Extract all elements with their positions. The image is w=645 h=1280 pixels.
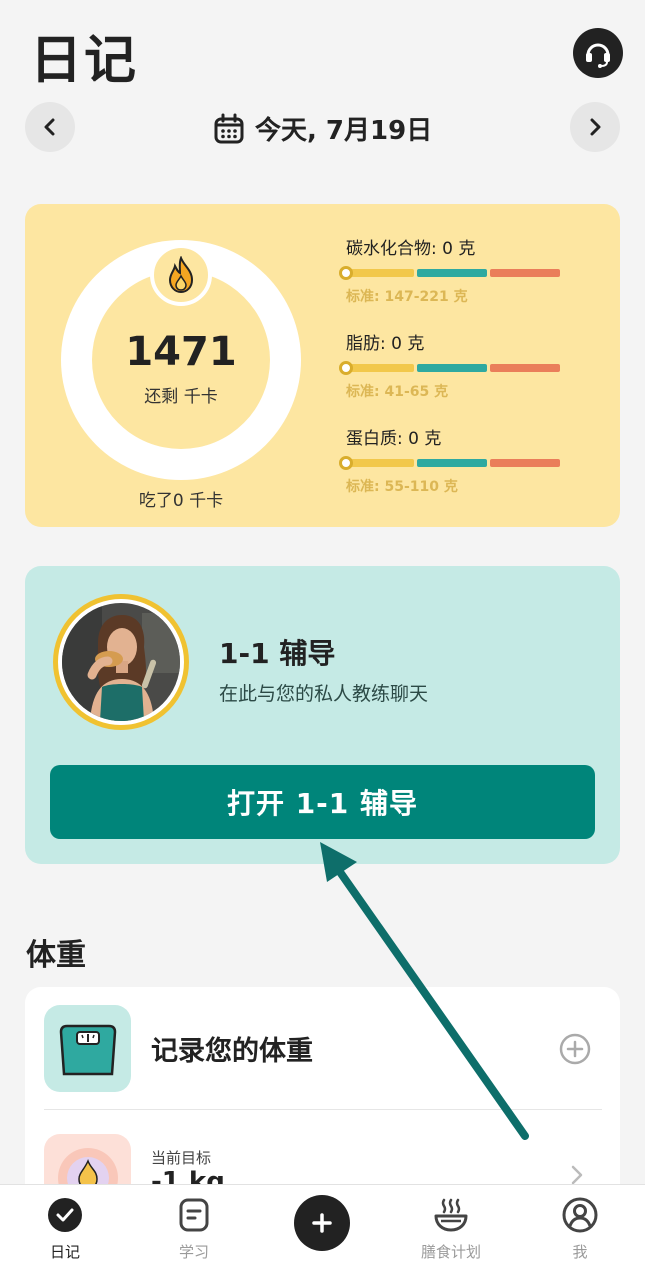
coaching-subtitle: 在此与您的私人教练聊天 [219, 683, 429, 705]
macro-carbs: 碳水化合物: 0 克 标准: 147-221 克 [339, 234, 606, 306]
open-coaching-button[interactable]: 打开 1-1 辅导 [50, 765, 595, 839]
weight-section-title: 体重 [26, 938, 86, 973]
current-date: 今天, 7月19日 [255, 116, 433, 146]
page-title: 日记 [30, 31, 139, 91]
macro-progress-knob [339, 456, 353, 470]
flame-badge [150, 244, 212, 306]
macro-fat: 脂肪: 0 克 标准: 41-65 克 [339, 329, 606, 401]
tab-label: 日记 [49, 1243, 80, 1261]
divider [44, 1109, 602, 1110]
tab-profile[interactable]: 我 [530, 1197, 630, 1262]
tab-learn[interactable]: 学习 [144, 1197, 244, 1262]
support-button[interactable] [573, 28, 623, 78]
previous-day-button[interactable] [25, 102, 75, 152]
scale-icon [59, 1024, 116, 1075]
meal-bowl-icon [434, 1198, 468, 1232]
headset-icon [586, 43, 610, 68]
plus-icon [312, 1213, 332, 1233]
macro-progress-bar [339, 266, 562, 280]
calories-remaining-label: 还剩 千卡 [144, 387, 218, 407]
macro-standard: 标准: 147-221 克 [346, 289, 468, 305]
goal-label: 当前目标 [151, 1149, 212, 1167]
tab-diary[interactable]: 日记 [15, 1197, 115, 1262]
macro-protein: 蛋白质: 0 克 标准: 55-110 克 [339, 424, 606, 496]
macro-name: 脂肪: 0 克 [346, 334, 425, 354]
tab-label: 我 [572, 1243, 588, 1261]
scale-icon-tile [44, 1005, 131, 1092]
chevron-left-icon [44, 118, 55, 136]
macro-progress-knob [339, 361, 353, 375]
date-picker[interactable]: 今天, 7月19日 [213, 110, 432, 147]
add-entry-button[interactable] [294, 1195, 350, 1251]
learn-doc-icon [179, 1198, 209, 1232]
macro-name: 蛋白质: 0 克 [346, 429, 442, 449]
calories-remaining-value: 1471 [125, 329, 237, 375]
log-weight-label[interactable]: 记录您的体重 [151, 1029, 313, 1068]
coaching-card: 1-1 辅导 在此与您的私人教练聊天 打开 1-1 辅导 [25, 566, 620, 864]
macro-progress-bar [339, 456, 562, 470]
tab-label: 学习 [178, 1243, 209, 1261]
macro-progress-knob [339, 266, 353, 280]
next-day-button[interactable] [570, 102, 620, 152]
bottom-tab-bar: 日记 学习 膳食计划 我 [0, 1184, 645, 1280]
chevron-right-icon [590, 118, 601, 136]
macro-standard: 标准: 55-110 克 [346, 479, 458, 495]
flame-icon [168, 256, 194, 294]
coach-avatar [53, 594, 189, 730]
profile-icon [562, 1197, 598, 1233]
tab-meal-plan[interactable]: 膳食计划 [401, 1197, 501, 1262]
coach-photo [62, 603, 180, 721]
calendar-icon [214, 113, 244, 143]
calorie-summary-card[interactable]: 1471 还剩 千卡 吃了0 千卡 碳水化合物: 0 克 标准: 147-221… [25, 204, 620, 527]
coaching-title: 1-1 辅导 [219, 637, 336, 670]
tab-label: 膳食计划 [420, 1243, 481, 1261]
macro-progress-bar [339, 361, 562, 375]
macro-name: 碳水化合物: 0 克 [346, 239, 476, 259]
macro-standard: 标准: 41-65 克 [346, 384, 449, 400]
diary-check-icon [48, 1198, 82, 1232]
date-navigation: 今天, 7月19日 [0, 102, 645, 152]
add-weight-icon[interactable] [559, 1033, 591, 1065]
calories-eaten-label: 吃了0 千卡 [138, 491, 224, 511]
